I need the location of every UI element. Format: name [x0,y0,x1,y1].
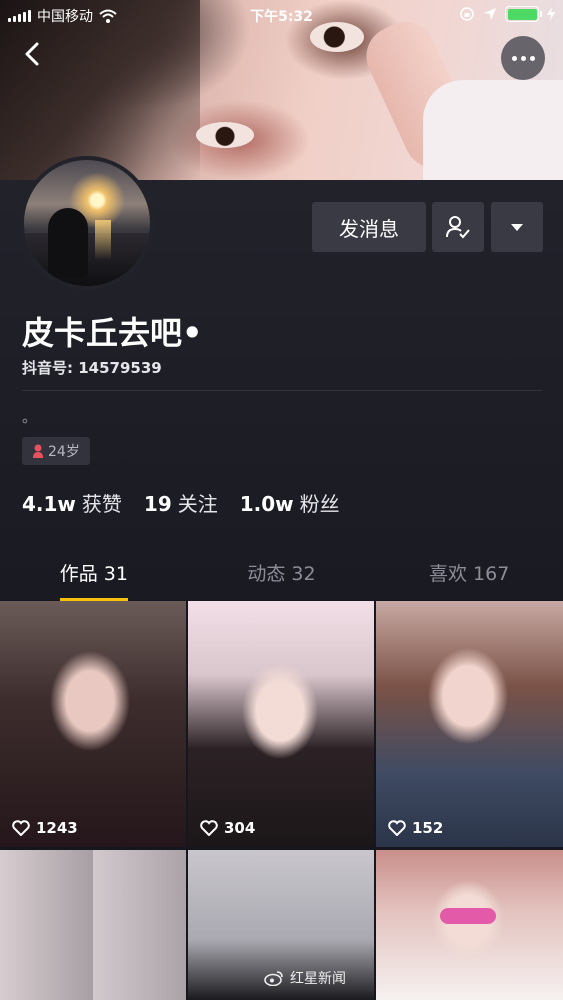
stat-likes[interactable]: 4.1w 获赞 [22,488,122,517]
tab-label: 动态 32 [247,563,316,585]
status-bar: 中国移动 下午5:32 [0,0,563,30]
like-count-value: 304 [224,819,256,837]
video-grid: 1243 304 152 [0,601,563,1000]
age-badge: 24岁 [22,437,90,465]
tab-works[interactable]: 作品 31 [0,555,188,601]
tab-moments[interactable]: 动态 32 [188,555,376,601]
battery-icon [505,6,542,22]
stat-followers[interactable]: 1.0w 粉丝 [240,488,340,517]
back-button[interactable] [22,40,52,74]
location-icon [484,8,496,20]
bio: 。 [22,408,38,426]
stat-value: 1.0w [239,492,294,516]
video-thumbnail[interactable] [0,850,186,1000]
divider [22,390,542,391]
send-message-button[interactable]: 发消息 [312,202,426,252]
heart-icon [388,820,406,836]
like-count: 304 [200,819,255,837]
source-watermark: 红星新闻 [264,968,346,988]
like-count-value: 152 [412,819,444,837]
more-icon [511,55,517,61]
heart-icon [200,820,218,836]
back-icon [25,42,39,66]
video-thumbnail[interactable]: 152 [376,601,563,847]
follow-button[interactable] [432,202,484,252]
like-count-value: 1243 [36,819,78,837]
stat-label: 获赞 [81,492,122,516]
like-count: 1243 [12,819,78,837]
stat-label: 关注 [177,492,218,516]
video-thumbnail[interactable] [376,850,563,1000]
heart-icon [12,820,30,836]
age-label: 24岁 [48,444,80,460]
sunglasses-graphic [440,908,496,924]
lock-rotation-icon [460,7,474,21]
stat-following[interactable]: 19 关注 [144,488,218,517]
like-count: 152 [388,819,443,837]
more-button[interactable] [501,36,545,80]
follow-user-icon [446,216,470,239]
female-icon [33,444,43,458]
more-actions-dropdown[interactable] [491,202,543,252]
stat-label: 粉丝 [299,492,340,516]
video-thumbnail[interactable]: 304 [188,601,374,847]
video-thumbnail[interactable]: 1243 [0,601,186,847]
tab-likes[interactable]: 喜欢 167 [375,555,563,601]
profile-tabs: 作品 31 动态 32 喜欢 167 [0,555,563,601]
douyin-id: 抖音号: 14579539 [22,359,162,377]
watermark-label: 红星新闻 [290,971,346,987]
stat-value: 19 [143,492,172,516]
avatar[interactable] [20,156,154,290]
stat-value: 4.1w [22,492,76,516]
tab-label: 作品 31 [59,563,128,585]
charging-icon [547,7,555,21]
tab-label: 喜欢 167 [429,563,510,585]
dropdown-icon [511,223,523,231]
nickname: 皮卡丘去吧• [22,314,203,352]
weibo-icon [264,971,283,986]
stats-row: 4.1w 获赞 19 关注 1.0w 粉丝 [22,488,340,517]
